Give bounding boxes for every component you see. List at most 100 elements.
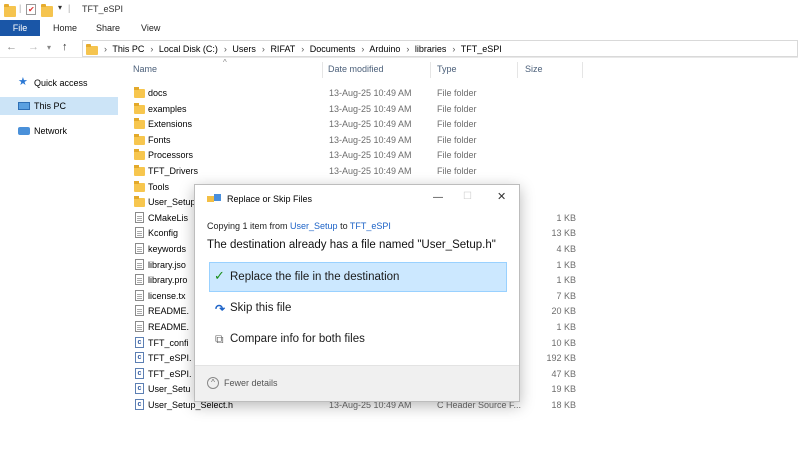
document-icon [134,305,145,317]
crumb-arduino[interactable]: Arduino [369,44,400,54]
tab-share[interactable]: Share [96,20,120,36]
file-size: 1 KB [556,259,576,270]
file-date: 13-Aug-25 10:49 AM [329,166,412,176]
crumb-documents[interactable]: Documents [310,44,356,54]
file-size: 13 KB [551,228,576,239]
network-icon [18,127,30,135]
copy-files-icon [207,194,221,204]
file-date: 13-Aug-25 10:49 AM [329,103,412,114]
document-icon [134,243,145,254]
file-name: library.pro [148,275,188,286]
copy-status: Copying 1 item from User_Setup to TFT_eS… [207,221,391,231]
file-name: CMakeLis [148,212,189,223]
column-header-size[interactable]: Size [525,64,543,74]
folder-icon[interactable] [4,4,16,17]
recent-chevron-icon[interactable]: ▾ [47,43,51,52]
file-name: README. [148,322,190,332]
copy-mid: to [337,221,350,231]
file-row[interactable]: TFT_Drivers 13-Aug-25 10:49 AM File folder [122,163,798,179]
document-icon [134,211,145,223]
crumb-users[interactable]: Users [232,44,256,54]
sidebar-item-label: Quick access [34,78,88,88]
up-arrow-icon[interactable]: ↑ [62,41,68,53]
crumb-separator: › [361,44,365,54]
file-row[interactable]: examples 13-Aug-25 10:49 AM File folder [122,101,798,117]
ribbon-tabs: File Home Share View [0,20,798,36]
minimize-button[interactable]: — [433,192,443,203]
file-date: 13-Aug-25 10:49 AM [329,119,412,130]
skip-option-label: Skip this file [230,302,292,314]
computer-icon [18,102,30,110]
file-size: 10 KB [551,337,576,348]
c-file-icon: c [134,383,145,395]
crumb-separator: › [261,44,265,54]
file-type: File folder [437,166,477,176]
crumb-separator: › [406,44,410,54]
file-name: Kconfig [148,228,179,239]
c-file-icon: c [134,352,145,364]
crumb-separator: › [301,44,305,54]
properties-icon[interactable]: ✔ [26,4,36,15]
crumb-separator: › [104,44,107,54]
compare-icon: ⧉ [215,332,224,346]
replace-option[interactable]: ✓ Replace the file in the destination [209,262,507,292]
file-type: File folder [437,150,477,161]
file-row[interactable]: Fonts 13-Aug-25 10:49 AM File folder [122,132,798,148]
close-button[interactable]: ✕ [497,190,506,203]
file-type: File folder [437,88,477,98]
file-name: examples [148,103,187,114]
column-divider [582,62,583,78]
crumb-this-pc[interactable]: This PC [112,44,144,54]
file-type: File folder [437,134,477,145]
crumb-local-disk[interactable]: Local Disk (C:) [159,44,218,54]
folder-icon [134,165,145,176]
forward-arrow-icon[interactable]: → [28,41,39,53]
file-row[interactable]: Extensions 13-Aug-25 10:49 AM File folder [122,116,798,132]
file-name: TFT_Drivers [148,166,198,176]
customize-icon[interactable]: ▾ [58,3,62,12]
address-bar[interactable]: › This PC › Local Disk (C:) › Users › RIFAT… [82,40,798,57]
folder-icon [134,87,145,98]
sidebar-item-quick-access[interactable]: ★ Quick access [0,74,118,92]
file-name: Fonts [148,134,171,145]
file-name: TFT_eSPI. [148,353,192,364]
tab-home[interactable]: Home [53,20,77,36]
sort-chevron-icon: ^ [223,58,227,67]
window-title: TFT_eSPI [82,4,124,14]
tab-view[interactable]: View [141,20,160,36]
navigation-pane: ★ Quick access This PC Network [0,58,122,450]
file-name: Extensions [148,119,193,130]
crumb-libraries[interactable]: libraries [415,44,447,54]
file-row[interactable]: Processors 13-Aug-25 10:49 AM File folder [122,147,798,163]
destination-link[interactable]: TFT_eSPI [350,221,391,231]
sidebar-item-this-pc[interactable]: This PC [0,97,118,115]
folder-icon [134,102,145,114]
file-size: 1 KB [556,212,576,223]
column-header-type[interactable]: Type [437,64,457,74]
replace-option-label: Replace the file in the destination [230,271,400,283]
column-header-date[interactable]: Date modified [328,64,384,74]
source-link[interactable]: User_Setup [290,221,338,231]
new-folder-icon[interactable] [41,4,53,17]
separator: | [19,3,22,13]
column-header-name[interactable]: Name [133,64,157,74]
back-arrow-icon[interactable]: ← [6,41,17,53]
maximize-button[interactable]: ☐ [463,191,472,202]
chevron-up-icon[interactable]: ^ [207,377,219,389]
fewer-details-link[interactable]: Fewer details [224,378,278,388]
sidebar-item-network[interactable]: Network [0,122,118,140]
dialog-footer: ^ Fewer details [195,365,519,401]
folder-icon [86,44,98,55]
file-name: User_Setu [148,384,191,395]
file-size: 20 KB [551,306,576,317]
c-file-icon: c [134,367,145,379]
sidebar-item-label: This PC [34,101,67,111]
file-row[interactable]: docs 13-Aug-25 10:49 AM File folder [122,85,798,101]
crumb-separator: › [150,44,154,54]
file-name: README. [148,306,190,317]
folder-icon [134,118,145,130]
file-type: File folder [437,119,477,130]
tab-file[interactable]: File [0,20,40,36]
crumb-tft-espi[interactable]: TFT_eSPI [461,44,502,54]
crumb-user[interactable]: RIFAT [270,44,295,54]
